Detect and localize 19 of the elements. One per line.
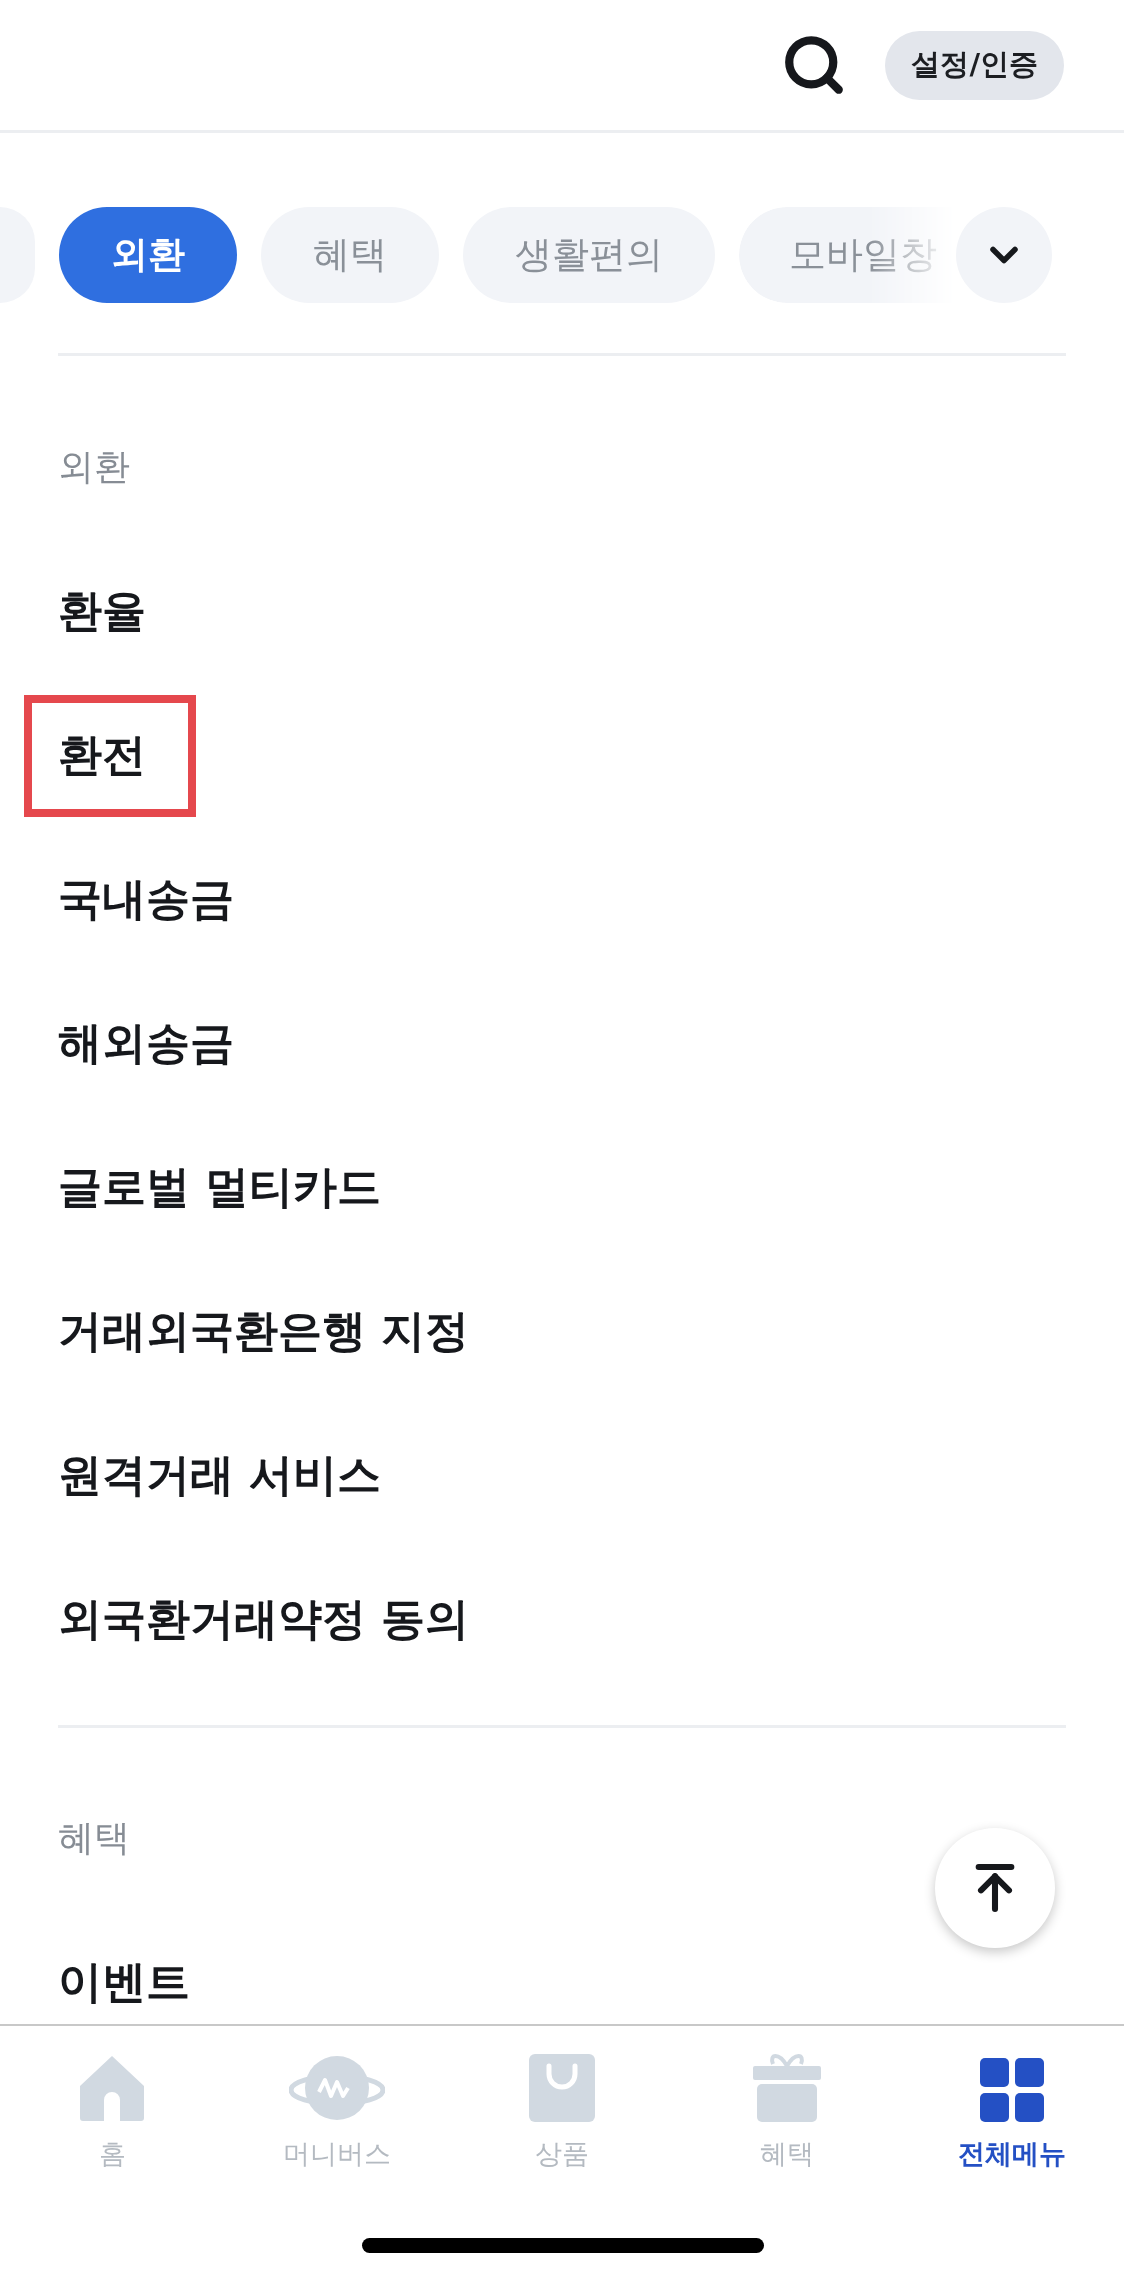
settings-auth-button[interactable]: 설정/인증 xyxy=(885,30,1064,100)
home-icon xyxy=(78,2054,147,2122)
shopping-bag-icon xyxy=(529,2054,595,2122)
grid-menu-icon xyxy=(979,2058,1044,2122)
menu-item[interactable]: 국내송금 xyxy=(58,869,234,929)
menu-item[interactable]: 해외송금 xyxy=(58,1013,234,1073)
menu-item[interactable]: 원격거래 서비스 xyxy=(58,1445,382,1505)
menu-item[interactable]: 글로벌 멀티카드 xyxy=(58,1157,382,1217)
scroll-top-button[interactable] xyxy=(935,1828,1055,1948)
planet-icon xyxy=(289,2054,386,2122)
category-chip[interactable]: 외환 xyxy=(59,207,237,303)
nav-tab[interactable]: 전체메뉴 xyxy=(899,2026,1124,2172)
menu-item[interactable]: 환전 xyxy=(58,725,146,785)
menu-item[interactable]: 이벤트 xyxy=(58,1952,190,2012)
menu-item[interactable]: 외국환거래약정 동의 xyxy=(58,1589,470,1649)
menu-item[interactable]: 환율 xyxy=(58,581,146,641)
menu-item[interactable]: 거래외국환은행 지정 xyxy=(58,1301,470,1361)
section-title: 혜택 xyxy=(58,1815,130,1860)
section-title: 외환 xyxy=(58,444,130,489)
